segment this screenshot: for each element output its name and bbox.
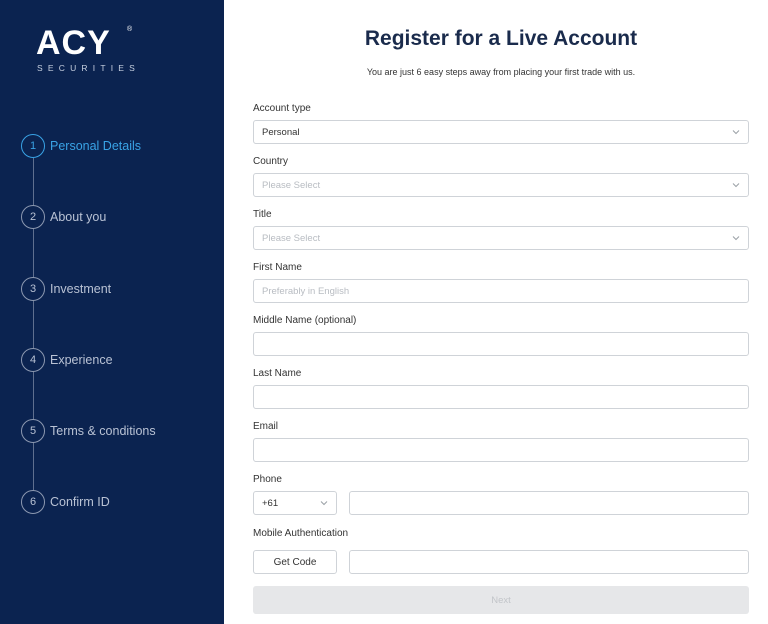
account-type-select[interactable]: Personal: [253, 120, 749, 144]
step-personal-details[interactable]: 1 Personal Details: [21, 134, 141, 158]
first-name-placeholder: Preferably in English: [262, 285, 350, 297]
middle-name-input[interactable]: [253, 332, 749, 356]
first-name-input[interactable]: Preferably in English: [253, 279, 749, 303]
email-input[interactable]: [253, 438, 749, 462]
page-subtitle: You are just 6 easy steps away from plac…: [366, 67, 636, 77]
registered-mark: ®: [127, 26, 133, 33]
step-number: 1: [21, 134, 45, 158]
step-investment[interactable]: 3 Investment: [21, 277, 111, 301]
page-title: Register for a Live Account: [364, 27, 638, 50]
country-placeholder: Please Select: [262, 179, 321, 191]
verification-code-input[interactable]: [349, 550, 749, 574]
step-number: 6: [21, 490, 45, 514]
step-terms-conditions[interactable]: 5 Terms & conditions: [21, 419, 156, 443]
last-name-label: Last Name: [253, 368, 302, 379]
title-label: Title: [253, 209, 272, 220]
step-number: 4: [21, 348, 45, 372]
chevron-down-icon: [732, 128, 740, 136]
registration-form-panel: Register for a Live Account You are just…: [224, 0, 768, 624]
title-placeholder: Please Select: [262, 232, 321, 244]
step-label: Terms & conditions: [50, 424, 156, 438]
middle-name-label: Middle Name (optional): [253, 315, 357, 326]
logo-tagline: SECURITIES: [37, 63, 141, 73]
get-code-button[interactable]: Get Code: [253, 550, 337, 574]
mobile-authentication-label: Mobile Authentication: [253, 528, 349, 539]
step-number: 5: [21, 419, 45, 443]
country-label: Country: [253, 156, 289, 167]
step-label: Investment: [50, 282, 112, 296]
sidebar: ACY ® SECURITIES 1 Personal Details 2 Ab…: [0, 0, 224, 624]
account-type-label: Account type: [253, 103, 311, 114]
step-about-you[interactable]: 2 About you: [21, 205, 106, 229]
logo-wordmark: ACY: [36, 24, 111, 62]
title-select[interactable]: Please Select: [253, 226, 749, 250]
phone-label: Phone: [253, 474, 282, 485]
phone-code-value: +61: [262, 497, 279, 509]
chevron-down-icon: [320, 499, 328, 507]
account-type-value: Personal: [262, 126, 300, 138]
step-number: 3: [21, 277, 45, 301]
country-select[interactable]: Please Select: [253, 173, 749, 197]
email-label: Email: [253, 421, 279, 432]
phone-number-input[interactable]: [349, 491, 749, 515]
step-number: 2: [21, 205, 45, 229]
step-label: Confirm ID: [50, 495, 110, 509]
chevron-down-icon: [732, 234, 740, 242]
first-name-label: First Name: [253, 262, 302, 273]
acy-securities-logo: ACY ® SECURITIES: [36, 24, 136, 74]
step-label: About you: [50, 210, 107, 224]
step-label: Personal Details: [50, 139, 142, 153]
step-label: Experience: [50, 353, 113, 367]
step-confirm-id[interactable]: 6 Confirm ID: [21, 490, 110, 514]
chevron-down-icon: [732, 181, 740, 189]
next-button[interactable]: Next: [253, 586, 749, 614]
step-experience[interactable]: 4 Experience: [21, 348, 113, 372]
last-name-input[interactable]: [253, 385, 749, 409]
phone-country-code-select[interactable]: +61: [253, 491, 337, 515]
